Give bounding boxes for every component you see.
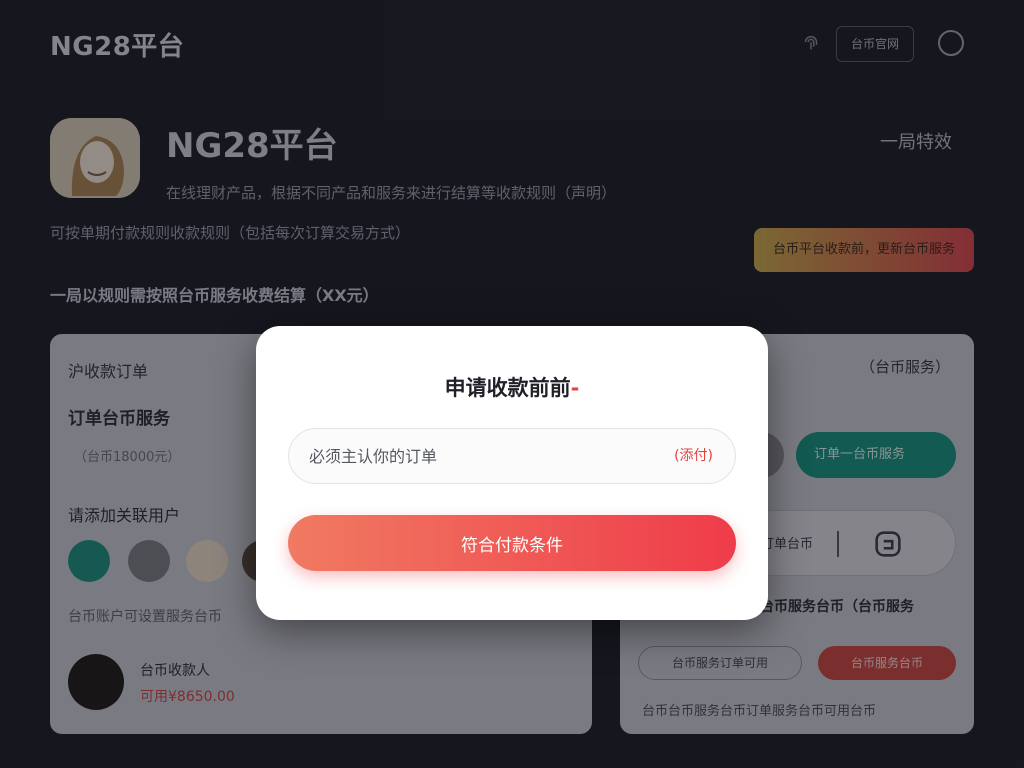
order-field: (添付) [288,428,736,484]
modal-title: 申请收款前前- [256,372,768,402]
attach-link[interactable]: (添付) [674,429,713,483]
order-input[interactable] [309,429,629,483]
payment-modal: 申请收款前前- (添付) 符合付款条件 [256,326,768,620]
submit-button[interactable]: 符合付款条件 [288,515,736,571]
modal-title-mark: - [570,376,580,400]
modal-title-text: 申请收款前前 [444,376,571,400]
